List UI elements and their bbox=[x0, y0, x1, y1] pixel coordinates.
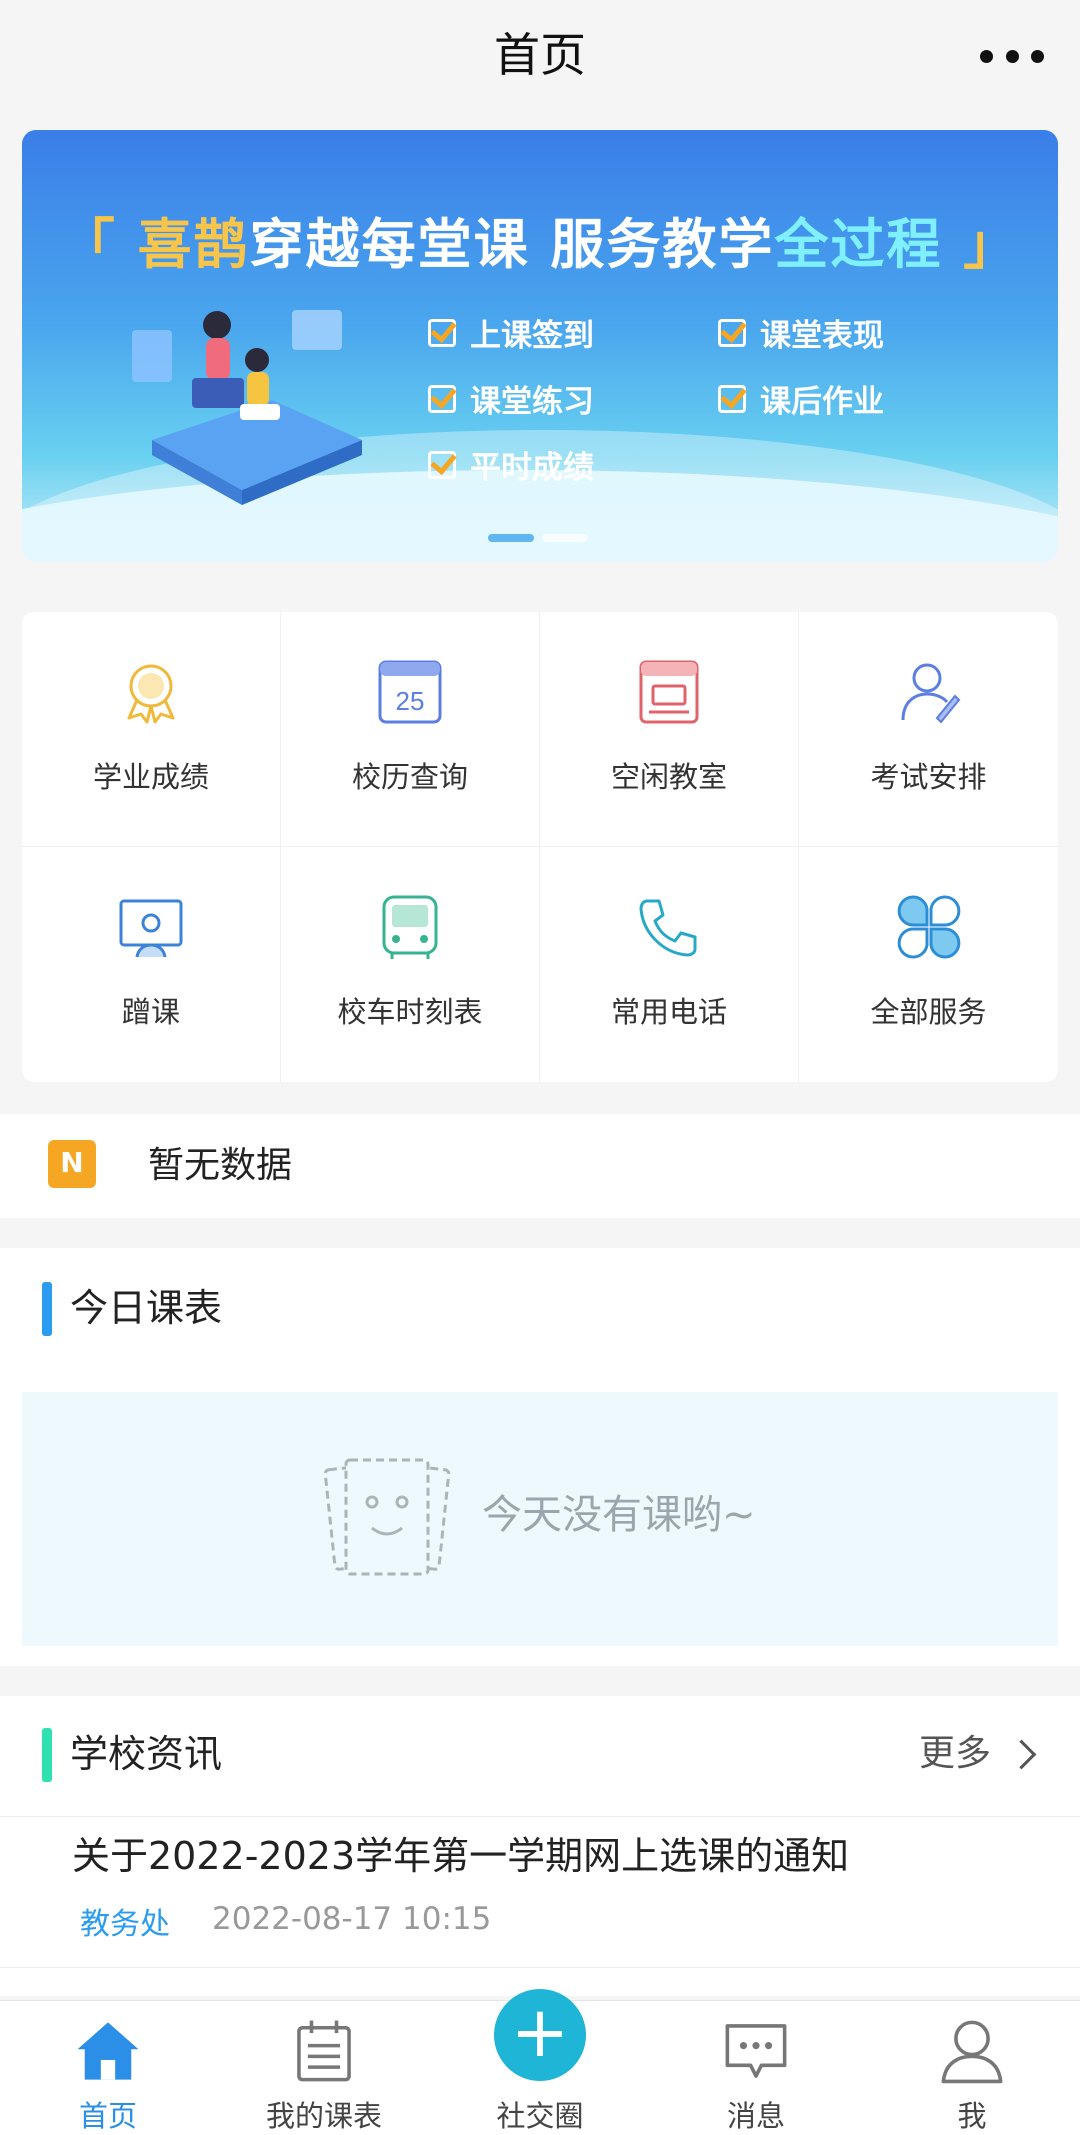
bus-icon bbox=[382, 895, 438, 959]
checkbox-icon bbox=[718, 318, 746, 347]
chevron-right-icon bbox=[1006, 1739, 1037, 1769]
message-icon bbox=[725, 2024, 787, 2078]
feature-item: 上课签到 bbox=[428, 310, 594, 355]
today-schedule-section: 今日课表 今天没有课哟~ bbox=[0, 1248, 1080, 1666]
exam-icon bbox=[901, 663, 960, 724]
audit-class-icon bbox=[119, 899, 183, 958]
checkbox-icon bbox=[428, 450, 456, 479]
page-title: 首页 bbox=[494, 28, 586, 82]
bottom-tab-bar: 首页 我的课表 社交圈 + 消息 我 bbox=[0, 1989, 1080, 2135]
home-icon bbox=[77, 2022, 139, 2080]
section-title: 学校资讯 bbox=[70, 1732, 223, 1776]
feature-item: 课堂表现 bbox=[718, 310, 884, 355]
notice-text: 暂无数据 bbox=[148, 1145, 293, 1186]
user-icon bbox=[941, 2020, 1003, 2084]
more-menu-button[interactable] bbox=[980, 36, 1044, 76]
tab-home[interactable]: 首页 bbox=[0, 2001, 216, 2135]
banner-headline: 「 喜鹊穿越每堂课 服务教学全过程 」 bbox=[60, 213, 1020, 276]
checkbox-icon bbox=[428, 384, 456, 413]
tab-messages[interactable]: 消息 bbox=[648, 2001, 864, 2135]
empty-schedule-card: 今天没有课哟~ bbox=[22, 1392, 1058, 1646]
notice-icon: N bbox=[48, 1140, 96, 1188]
school-news-section: 学校资讯 更多 关于2022-2023学年第一学期网上选课的通知 教务处 202… bbox=[0, 1696, 1080, 1996]
news-date: 2022-08-17 10:15 bbox=[212, 1901, 492, 1937]
tab-me[interactable]: 我 bbox=[864, 2001, 1080, 2135]
service-free-classroom[interactable]: 空闲教室 bbox=[540, 612, 799, 847]
notice-bar[interactable]: N 暂无数据 bbox=[0, 1114, 1080, 1218]
carousel-dot[interactable] bbox=[488, 534, 534, 542]
tab-my-schedule[interactable]: 我的课表 bbox=[216, 2001, 432, 2135]
service-grid: 学业成绩 25 校历查询 空闲教室 考试安排 蹭课 校车时刻表 常用电话 全部服… bbox=[22, 612, 1058, 1082]
feature-item: 平时成绩 bbox=[428, 442, 594, 487]
promo-banner[interactable]: 「 喜鹊穿越每堂课 服务教学全过程 」 上课签到 课堂表现 课堂练习 课后作业 … bbox=[22, 130, 1058, 562]
section-accent-bar bbox=[42, 1282, 52, 1336]
service-all[interactable]: 全部服务 bbox=[799, 847, 1058, 1082]
news-more-link[interactable]: 更多 bbox=[919, 1724, 1037, 1784]
service-audit-class[interactable]: 蹭课 bbox=[22, 847, 281, 1082]
carousel-indicator bbox=[488, 534, 598, 542]
schedule-icon bbox=[297, 2020, 351, 2082]
checkbox-icon bbox=[428, 318, 456, 347]
banner-illustration bbox=[132, 310, 362, 505]
section-accent-bar bbox=[42, 1728, 52, 1782]
empty-face-icon bbox=[323, 1458, 451, 1576]
service-exam-schedule[interactable]: 考试安排 bbox=[799, 612, 1058, 847]
feature-item: 课后作业 bbox=[718, 376, 884, 421]
dot-icon bbox=[1005, 49, 1019, 63]
classroom-icon bbox=[639, 660, 699, 724]
carousel-dot[interactable] bbox=[542, 534, 588, 542]
phone-icon bbox=[639, 899, 697, 957]
news-title: 关于2022-2023学年第一学期网上选课的通知 bbox=[72, 1834, 850, 1878]
plus-icon[interactable]: + bbox=[494, 1989, 586, 2081]
section-title: 今日课表 bbox=[70, 1286, 223, 1330]
news-department: 教务处 bbox=[80, 1907, 170, 1942]
feature-item: 课堂练习 bbox=[428, 376, 594, 421]
service-academic-grades[interactable]: 学业成绩 bbox=[22, 612, 281, 847]
top-bar: 首页 bbox=[0, 0, 1080, 110]
calendar-icon: 25 bbox=[378, 660, 442, 724]
award-icon bbox=[127, 664, 175, 724]
all-services-icon bbox=[897, 895, 960, 959]
dot-icon bbox=[980, 49, 993, 63]
news-item[interactable]: 关于2022-2023学年第一学期网上选课的通知 教务处 2022-08-17 … bbox=[0, 1816, 1080, 1968]
service-bus-timetable[interactable]: 校车时刻表 bbox=[281, 847, 540, 1082]
empty-schedule-text: 今天没有课哟~ bbox=[482, 1492, 756, 1538]
svg-text:25: 25 bbox=[396, 686, 425, 716]
service-common-phones[interactable]: 常用电话 bbox=[540, 847, 799, 1082]
service-school-calendar[interactable]: 25 校历查询 bbox=[281, 612, 540, 847]
dot-icon bbox=[1031, 49, 1044, 63]
checkbox-icon bbox=[718, 384, 746, 413]
